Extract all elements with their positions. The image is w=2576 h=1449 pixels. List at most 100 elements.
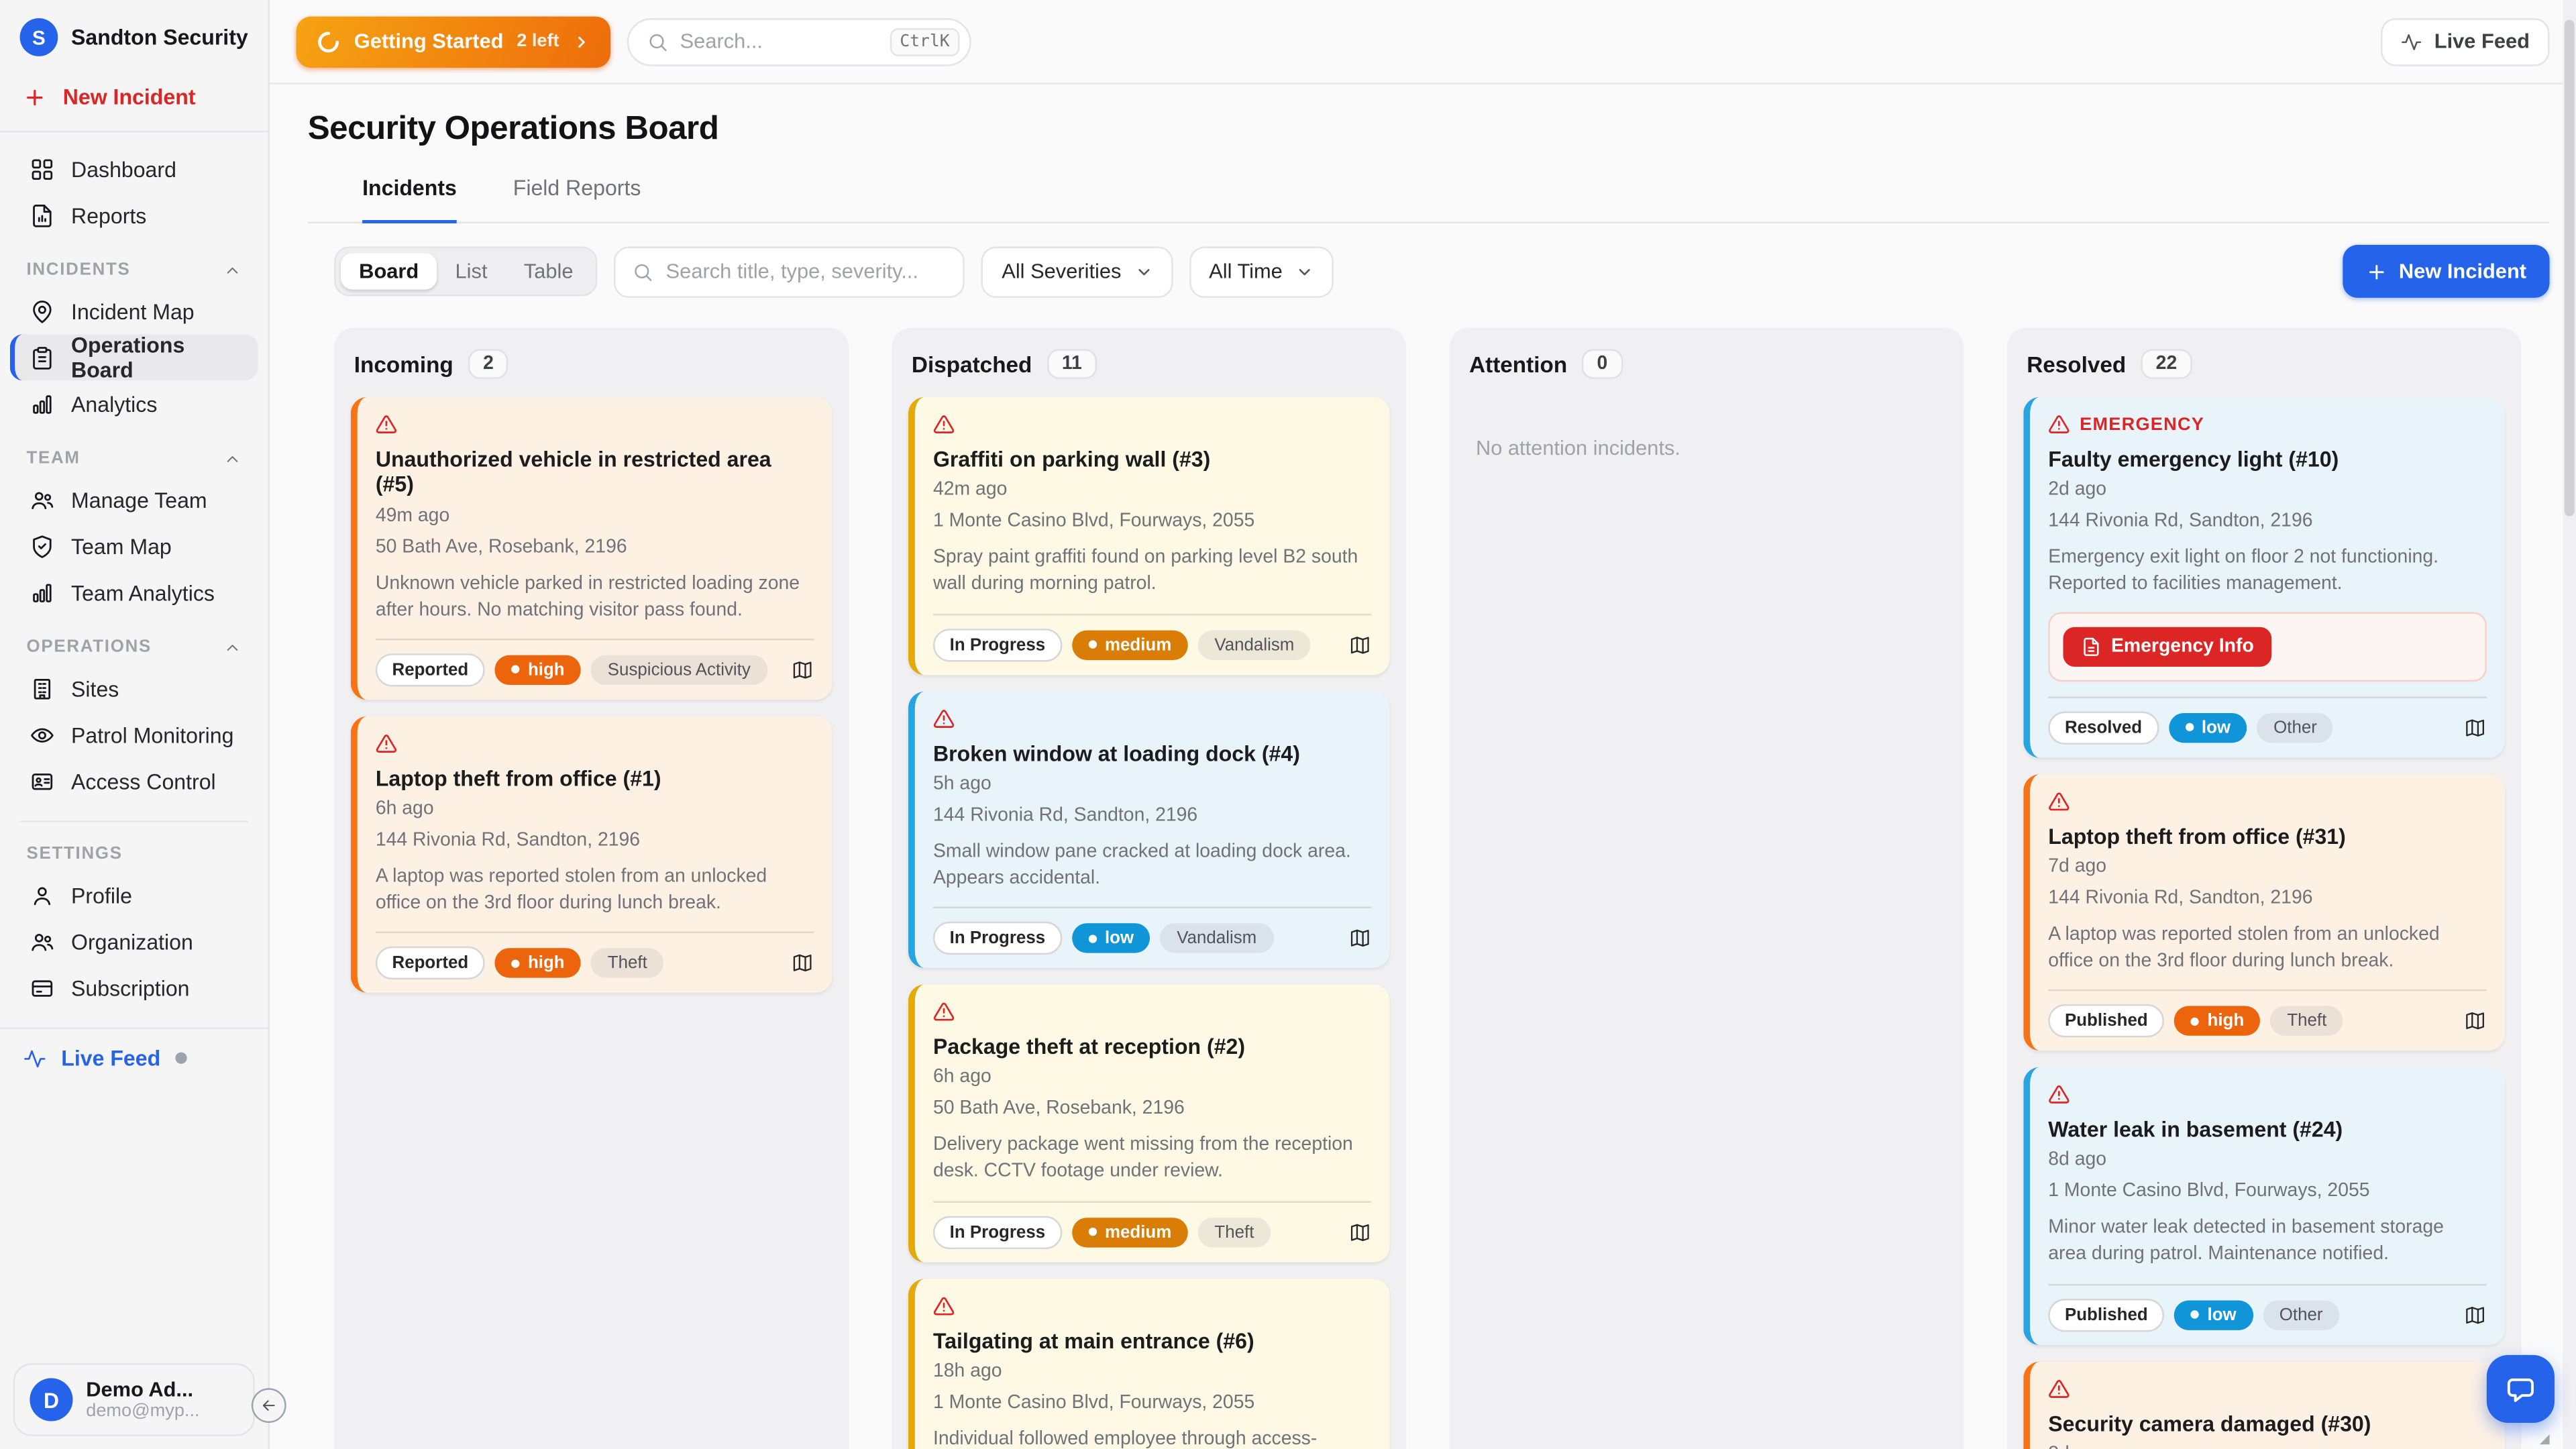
- incident-card[interactable]: Laptop theft from office (#31) 7d ago 14…: [2023, 773, 2505, 1051]
- sidebar-collapse-button[interactable]: [252, 1388, 286, 1423]
- severity-label: medium: [1105, 1222, 1171, 1242]
- incident-card[interactable]: Graffiti on parking wall (#3) 42m ago 1 …: [908, 397, 1390, 674]
- map-icon[interactable]: [2463, 1303, 2487, 1326]
- incident-card[interactable]: EMERGENCY Faulty emergency light (#10) 2…: [2023, 397, 2505, 757]
- incident-card[interactable]: Package theft at reception (#2) 6h ago 5…: [908, 985, 1390, 1262]
- incident-time: 18h ago: [933, 1361, 1372, 1381]
- view-board[interactable]: Board: [341, 253, 437, 289]
- spacer: [0, 1087, 268, 1350]
- user-name: Demo Ad...: [86, 1378, 199, 1401]
- incident-card[interactable]: Tailgating at main entrance (#6) 18h ago…: [908, 1278, 1390, 1449]
- sidebar-item-analytics[interactable]: Analytics: [10, 380, 258, 427]
- getting-started-banner[interactable]: Getting Started 2 left: [296, 15, 610, 66]
- incident-time: 7d ago: [2048, 857, 2487, 877]
- view-list[interactable]: List: [437, 253, 505, 289]
- sidebar-item-sites[interactable]: Sites: [10, 665, 258, 711]
- chevron-up-icon[interactable]: [223, 449, 241, 468]
- warning-triangle-icon: [933, 1295, 955, 1316]
- map-icon[interactable]: [2463, 1010, 2487, 1033]
- live-feed-button-label: Live Feed: [2434, 30, 2530, 53]
- chat-fab-button[interactable]: [2487, 1355, 2555, 1423]
- card-divider: [933, 907, 1372, 908]
- column-header: Dispatched 11: [908, 344, 1390, 397]
- sidebar-item-team-analytics[interactable]: Team Analytics: [10, 569, 258, 615]
- sidebar-item-reports[interactable]: Reports: [10, 192, 258, 238]
- view-table[interactable]: Table: [506, 253, 592, 289]
- getting-started-label: Getting Started: [354, 30, 504, 53]
- incident-title: Laptop theft from office (#31): [2048, 823, 2487, 849]
- map-icon[interactable]: [791, 658, 814, 682]
- card-divider: [2048, 696, 2487, 697]
- card-divider: [376, 932, 814, 933]
- global-search[interactable]: CtrlK: [627, 17, 971, 66]
- sidebar-nav: Dashboard Reports INCIDENTS Incident Map…: [0, 132, 268, 1011]
- user-email: demo@myp...: [86, 1401, 199, 1421]
- sidebar-item-access-control[interactable]: Access Control: [10, 758, 258, 804]
- map-pin-icon: [30, 299, 54, 323]
- tab-incidents[interactable]: Incidents: [362, 175, 457, 223]
- incident-card[interactable]: Unauthorized vehicle in restricted area …: [351, 397, 833, 700]
- user-menu[interactable]: D Demo Ad... demo@myp...: [13, 1363, 255, 1436]
- sidebar-item-label: Profile: [71, 883, 132, 908]
- incident-time: 8d ago: [2048, 1444, 2487, 1449]
- severity-badge: low: [2169, 712, 2247, 742]
- map-icon[interactable]: [791, 952, 814, 975]
- incident-address: 144 Rivonia Rd, Sandton, 2196: [2048, 888, 2487, 908]
- incident-card[interactable]: Water leak in basement (#24) 8d ago 1 Mo…: [2023, 1067, 2505, 1344]
- severity-filter-dropdown[interactable]: All Severities: [982, 246, 1173, 297]
- map-icon[interactable]: [1348, 1220, 1372, 1244]
- arrow-left-icon: [260, 1397, 278, 1415]
- users-icon: [30, 929, 54, 954]
- chevron-right-icon: [572, 32, 590, 50]
- progress-ring-icon: [316, 29, 341, 54]
- live-feed-button[interactable]: Live Feed: [2381, 17, 2550, 66]
- type-badge: Vandalism: [1161, 923, 1273, 953]
- scrollbar-thumb[interactable]: [2565, 20, 2575, 517]
- incident-card[interactable]: Security camera damaged (#30) 8d ago 1 M…: [2023, 1361, 2505, 1449]
- sidebar-item-team-map[interactable]: Team Map: [10, 523, 258, 569]
- incident-search[interactable]: [614, 246, 965, 297]
- sidebar-item-organization[interactable]: Organization: [10, 918, 258, 965]
- map-icon[interactable]: [1348, 633, 1372, 656]
- sidebar-item-operations-board[interactable]: Operations Board: [10, 334, 258, 380]
- emergency-info-button[interactable]: Emergency Info: [2063, 627, 2271, 666]
- incident-description: A laptop was reported stolen from an unl…: [376, 864, 814, 917]
- incident-title: Unauthorized vehicle in restricted area …: [376, 447, 814, 498]
- warning-triangle-icon: [933, 707, 955, 729]
- sidebar-item-patrol-monitoring[interactable]: Patrol Monitoring: [10, 712, 258, 758]
- map-icon[interactable]: [1348, 926, 1372, 950]
- global-search-input[interactable]: [680, 30, 879, 53]
- sidebar-item-profile[interactable]: Profile: [10, 872, 258, 918]
- incident-search-input[interactable]: [666, 260, 947, 283]
- new-incident-button[interactable]: New Incident: [2343, 245, 2550, 298]
- sidebar-item-label: Access Control: [71, 769, 216, 794]
- column-count-badge: 0: [1582, 349, 1622, 378]
- sidebar-item-subscription[interactable]: Subscription: [10, 965, 258, 1011]
- sidebar-section-team: TEAM: [10, 427, 258, 476]
- sidebar-item-incident-map[interactable]: Incident Map: [10, 288, 258, 334]
- time-filter-dropdown[interactable]: All Time: [1189, 246, 1334, 297]
- sidebar-live-feed[interactable]: Live Feed: [0, 1029, 268, 1087]
- severity-filter-value: All Severities: [1002, 260, 1121, 283]
- org-switcher[interactable]: S Sandton Security Ser...: [0, 0, 268, 73]
- sidebar-section-operations: OPERATIONS: [10, 615, 258, 665]
- map-icon[interactable]: [2463, 716, 2487, 739]
- card-footer: In Progress medium Vandalism: [933, 628, 1372, 661]
- incident-card[interactable]: Laptop theft from office (#1) 6h ago 144…: [351, 716, 833, 994]
- chevron-up-icon[interactable]: [223, 638, 241, 656]
- sidebar-item-manage-team[interactable]: Manage Team: [10, 476, 258, 523]
- incident-card[interactable]: Broken window at loading dock (#4) 5h ag…: [908, 691, 1390, 968]
- sidebar-new-incident-button[interactable]: New Incident: [0, 73, 268, 131]
- chevron-up-icon[interactable]: [223, 260, 241, 278]
- grid-icon: [30, 156, 54, 181]
- page-scrollbar[interactable]: [2563, 0, 2576, 1449]
- bar-chart-icon: [30, 580, 54, 604]
- sidebar-item-dashboard[interactable]: Dashboard: [10, 146, 258, 192]
- tab-field-reports[interactable]: Field Reports: [513, 175, 641, 223]
- sidebar-item-label: Sites: [71, 676, 119, 700]
- report-file-icon: [30, 203, 54, 227]
- incident-address: 50 Bath Ave, Rosebank, 2196: [376, 537, 814, 557]
- emergency-flag: [933, 1001, 1372, 1022]
- incident-description: Delivery package went missing from the r…: [933, 1132, 1372, 1185]
- chevron-down-icon: [1296, 262, 1314, 280]
